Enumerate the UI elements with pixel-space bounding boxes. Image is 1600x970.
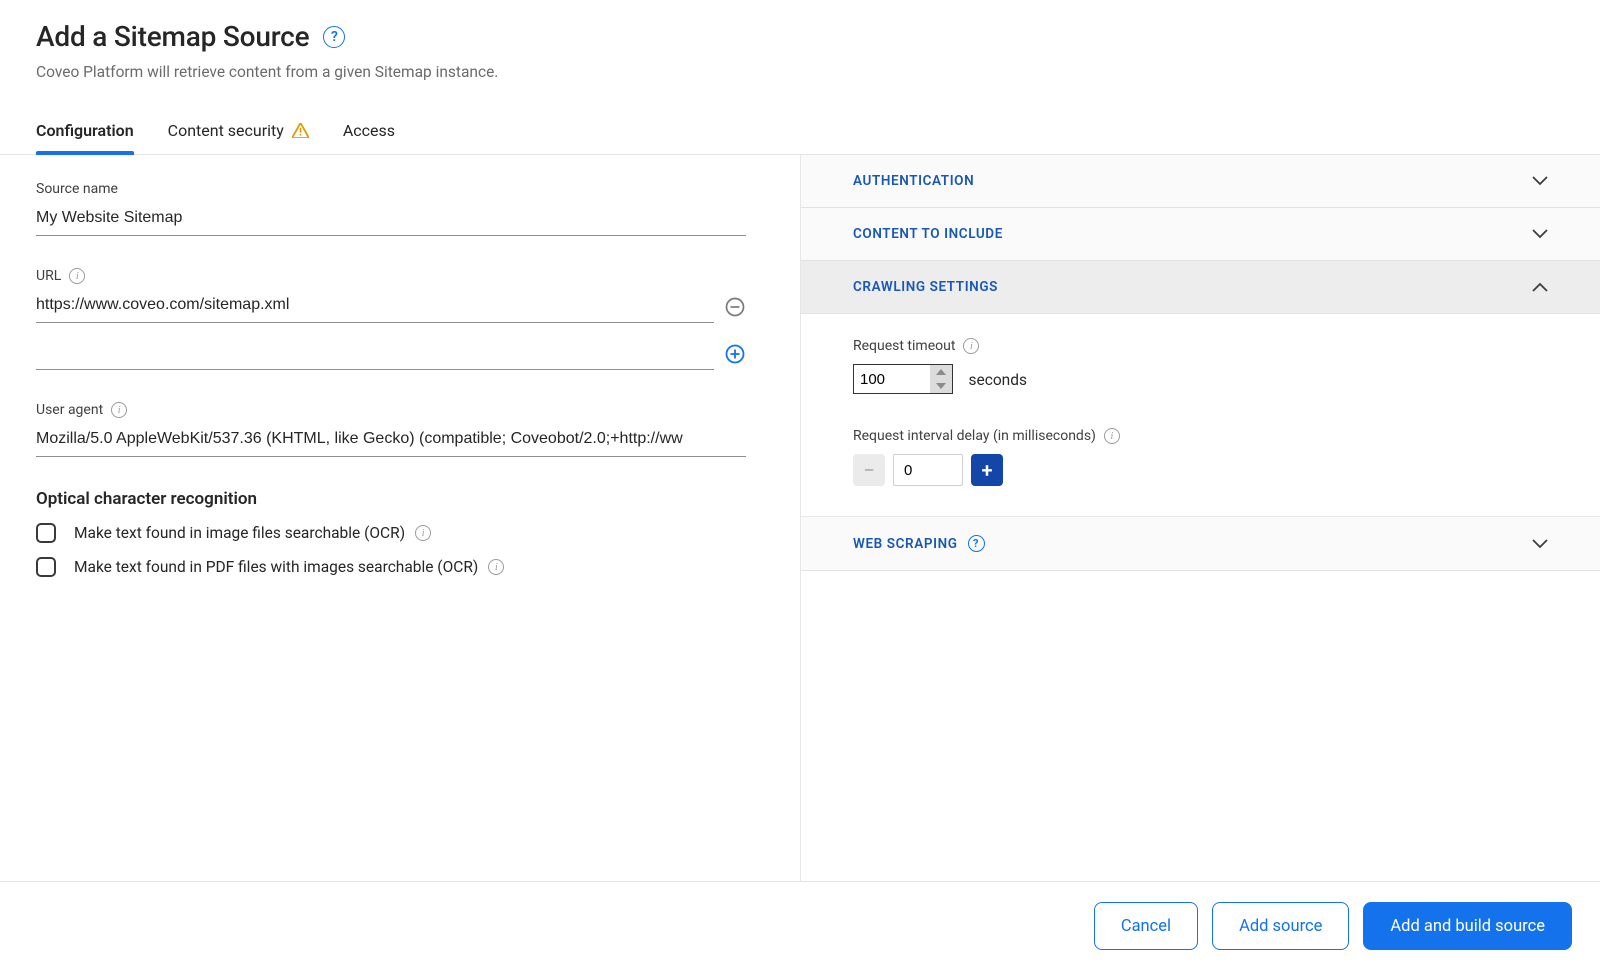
info-icon[interactable]: i [111, 402, 127, 418]
warning-icon [292, 123, 309, 138]
accordion-web-scraping[interactable]: WEB SCRAPING ? [801, 517, 1600, 571]
accordion-title-text: WEB SCRAPING [853, 536, 958, 552]
tab-access[interactable]: Access [343, 111, 395, 154]
accordion-crawling-settings[interactable]: CRAWLING SETTINGS [801, 261, 1600, 314]
add-url-icon[interactable] [724, 343, 746, 365]
cancel-button[interactable]: Cancel [1094, 902, 1198, 950]
chevron-down-icon [1532, 539, 1548, 549]
chevron-down-icon [1532, 176, 1548, 186]
url-input-0[interactable] [36, 290, 714, 323]
timeout-decrement[interactable] [930, 379, 952, 393]
chevron-up-icon [1532, 282, 1548, 292]
tab-label: Configuration [36, 121, 134, 140]
configuration-panel: Source name URL i [0, 155, 800, 881]
footer-actions: Cancel Add source Add and build source [0, 881, 1600, 970]
add-source-button[interactable]: Add source [1212, 902, 1349, 950]
info-icon[interactable]: i [1104, 428, 1120, 444]
help-icon[interactable]: ? [323, 26, 345, 48]
delay-decrement: − [853, 454, 885, 486]
timeout-unit: seconds [968, 371, 1026, 389]
user-agent-field: User agent i [36, 402, 764, 457]
request-timeout-input-wrapper [853, 364, 953, 394]
ocr-pdf-label: Make text found in PDF files with images… [74, 558, 478, 576]
crawling-settings-body: Request timeout i seconds Request interv… [801, 314, 1600, 517]
url-label: URL [36, 268, 61, 284]
source-name-input[interactable] [36, 203, 746, 236]
accordion-title: WEB SCRAPING ? [853, 535, 985, 552]
chevron-down-icon [1532, 229, 1548, 239]
info-icon[interactable]: i [69, 268, 85, 284]
accordion-content-to-include[interactable]: CONTENT TO INCLUDE [801, 208, 1600, 261]
settings-accordions: AUTHENTICATION CONTENT TO INCLUDE CRAWLI… [800, 155, 1600, 881]
delay-increment[interactable]: + [971, 454, 1003, 486]
help-icon[interactable]: ? [968, 535, 985, 552]
tab-content-security[interactable]: Content security [168, 111, 309, 154]
request-timeout-input[interactable] [860, 371, 918, 388]
accordion-title: CRAWLING SETTINGS [853, 279, 998, 295]
request-timeout-label: Request timeout [853, 338, 955, 354]
page-subtitle: Coveo Platform will retrieve content fro… [36, 63, 1564, 81]
source-name-field: Source name [36, 181, 764, 236]
user-agent-input[interactable] [36, 424, 746, 457]
request-delay-label: Request interval delay (in milliseconds) [853, 428, 1096, 444]
tab-label: Content security [168, 121, 284, 140]
timeout-increment[interactable] [930, 365, 952, 379]
page-header: Add a Sitemap Source ? Coveo Platform wi… [0, 0, 1600, 81]
source-name-label: Source name [36, 181, 764, 197]
add-and-build-button[interactable]: Add and build source [1363, 902, 1572, 950]
url-field-extra [36, 337, 764, 370]
ocr-pdf-checkbox[interactable] [36, 557, 56, 577]
user-agent-label: User agent [36, 402, 103, 418]
remove-url-icon[interactable] [724, 296, 746, 318]
accordion-title: CONTENT TO INCLUDE [853, 226, 1003, 242]
page-title: Add a Sitemap Source [36, 20, 309, 53]
tab-configuration[interactable]: Configuration [36, 111, 134, 154]
delay-input[interactable] [904, 462, 952, 479]
info-icon[interactable]: i [488, 559, 504, 575]
accordion-authentication[interactable]: AUTHENTICATION [801, 155, 1600, 208]
ocr-section-title: Optical character recognition [36, 489, 764, 509]
tabs-bar: Configuration Content security Access [0, 111, 1600, 155]
ocr-image-label: Make text found in image files searchabl… [74, 524, 405, 542]
accordion-title: AUTHENTICATION [853, 173, 974, 189]
info-icon[interactable]: i [415, 525, 431, 541]
tab-label: Access [343, 121, 395, 140]
url-input-1[interactable] [36, 337, 714, 370]
url-field: URL i [36, 268, 764, 323]
info-icon[interactable]: i [963, 338, 979, 354]
ocr-image-checkbox[interactable] [36, 523, 56, 543]
